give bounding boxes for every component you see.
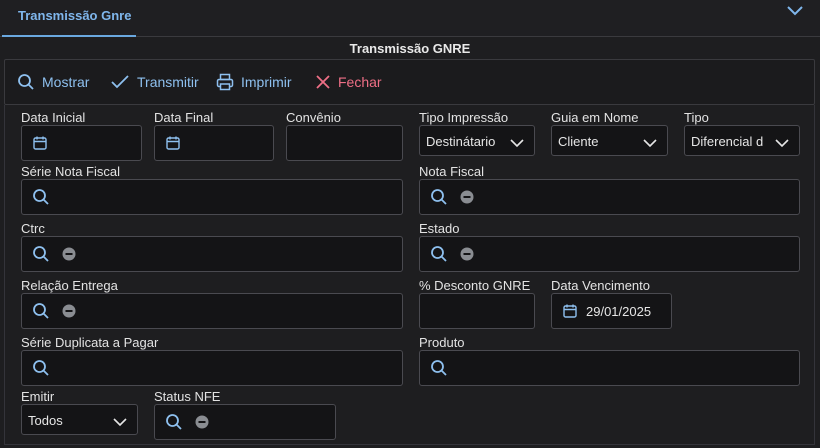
search-icon (17, 73, 42, 91)
search-icon[interactable] (32, 245, 50, 263)
serie-nota-fiscal-field[interactable] (21, 179, 403, 215)
minus-circle-icon[interactable] (195, 415, 209, 429)
guia-em-nome-value: Cliente (558, 134, 599, 149)
search-icon[interactable] (430, 359, 448, 377)
guia-em-nome-label: Guia em Nome (551, 110, 639, 125)
emitir-select[interactable]: Todos (21, 404, 138, 435)
search-icon[interactable] (165, 413, 183, 431)
nota-fiscal-label: Nota Fiscal (419, 164, 485, 179)
tipo-impressao-label: Tipo Impressão (419, 110, 509, 125)
chevron-down-icon (510, 135, 524, 153)
close-button[interactable]: Fechar (315, 60, 382, 104)
nota-fiscal-field[interactable] (419, 179, 800, 215)
data-inicial-field[interactable] (21, 125, 142, 161)
print-label: Imprimir (241, 74, 292, 90)
search-icon[interactable] (430, 188, 448, 206)
data-inicial-label: Data Inicial (21, 110, 86, 125)
serie-nota-fiscal-label: Série Nota Fiscal (21, 164, 120, 179)
guia-em-nome-select[interactable]: Cliente (551, 125, 668, 156)
desconto-gnre-field[interactable] (419, 293, 535, 329)
data-final-label: Data Final (154, 110, 214, 125)
print-button[interactable]: Imprimir (216, 60, 292, 104)
search-icon[interactable] (32, 188, 50, 206)
calendar-icon[interactable] (32, 135, 48, 151)
calendar-icon[interactable] (165, 135, 181, 151)
tipo-impressao-select[interactable]: Destinátario (419, 125, 535, 156)
chevron-down-icon (643, 135, 657, 153)
form-title: Transmissão GNRE (349, 41, 471, 56)
tab-bar: Transmissão Gnre (0, 0, 820, 37)
estado-label: Estado (419, 221, 460, 236)
data-vencimento-label: Data Vencimento (551, 278, 651, 293)
close-icon (315, 74, 338, 90)
check-icon (110, 74, 137, 90)
serie-duplicata-label: Série Duplicata a Pagar (21, 335, 159, 350)
minus-circle-icon[interactable] (62, 247, 76, 261)
emitir-value: Todos (28, 413, 63, 428)
tab-transmissao-gnre[interactable]: Transmissão Gnre (2, 0, 136, 37)
data-vencimento-field[interactable]: 29/01/2025 (551, 293, 672, 329)
minus-circle-icon[interactable] (62, 304, 76, 318)
tipo-label: Tipo (684, 110, 709, 125)
tipo-value: Diferencial d (691, 134, 764, 149)
emitir-label: Emitir (21, 389, 55, 404)
search-icon[interactable] (32, 359, 50, 377)
transmit-label: Transmitir (137, 74, 199, 90)
printer-icon (216, 73, 241, 91)
tipo-select[interactable]: Diferencial d (684, 125, 800, 156)
desconto-gnre-label: % Desconto GNRE (419, 278, 531, 293)
chevron-down-icon[interactable] (786, 3, 804, 17)
data-final-field[interactable] (154, 125, 274, 161)
convenio-field[interactable] (286, 125, 403, 161)
convenio-label: Convênio (286, 110, 341, 125)
close-label: Fechar (338, 74, 382, 90)
search-icon[interactable] (32, 302, 50, 320)
chevron-down-icon (113, 414, 127, 432)
minus-circle-icon[interactable] (460, 190, 474, 204)
produto-field[interactable] (419, 350, 800, 386)
minus-circle-icon[interactable] (460, 247, 474, 261)
data-vencimento-value: 29/01/2025 (586, 303, 652, 319)
ctrc-field[interactable] (21, 236, 403, 272)
search-icon[interactable] (430, 245, 448, 263)
ctrc-label: Ctrc (21, 221, 45, 236)
transmit-button[interactable]: Transmitir (110, 60, 199, 104)
relacao-entrega-field[interactable] (21, 293, 403, 329)
calendar-icon[interactable] (562, 303, 578, 319)
toolbar: Mostrar Transmitir Imprimir Fechar (4, 59, 815, 105)
serie-duplicata-field[interactable] (21, 350, 403, 386)
estado-field[interactable] (419, 236, 800, 272)
show-button[interactable]: Mostrar (17, 60, 89, 104)
show-label: Mostrar (42, 74, 90, 90)
status-nfe-field[interactable] (154, 404, 336, 440)
relacao-entrega-label: Relação Entrega (21, 278, 118, 293)
chevron-down-icon (775, 135, 789, 153)
tipo-impressao-value: Destinátario (426, 134, 496, 149)
status-nfe-label: Status NFE (154, 389, 221, 404)
produto-label: Produto (419, 335, 465, 350)
